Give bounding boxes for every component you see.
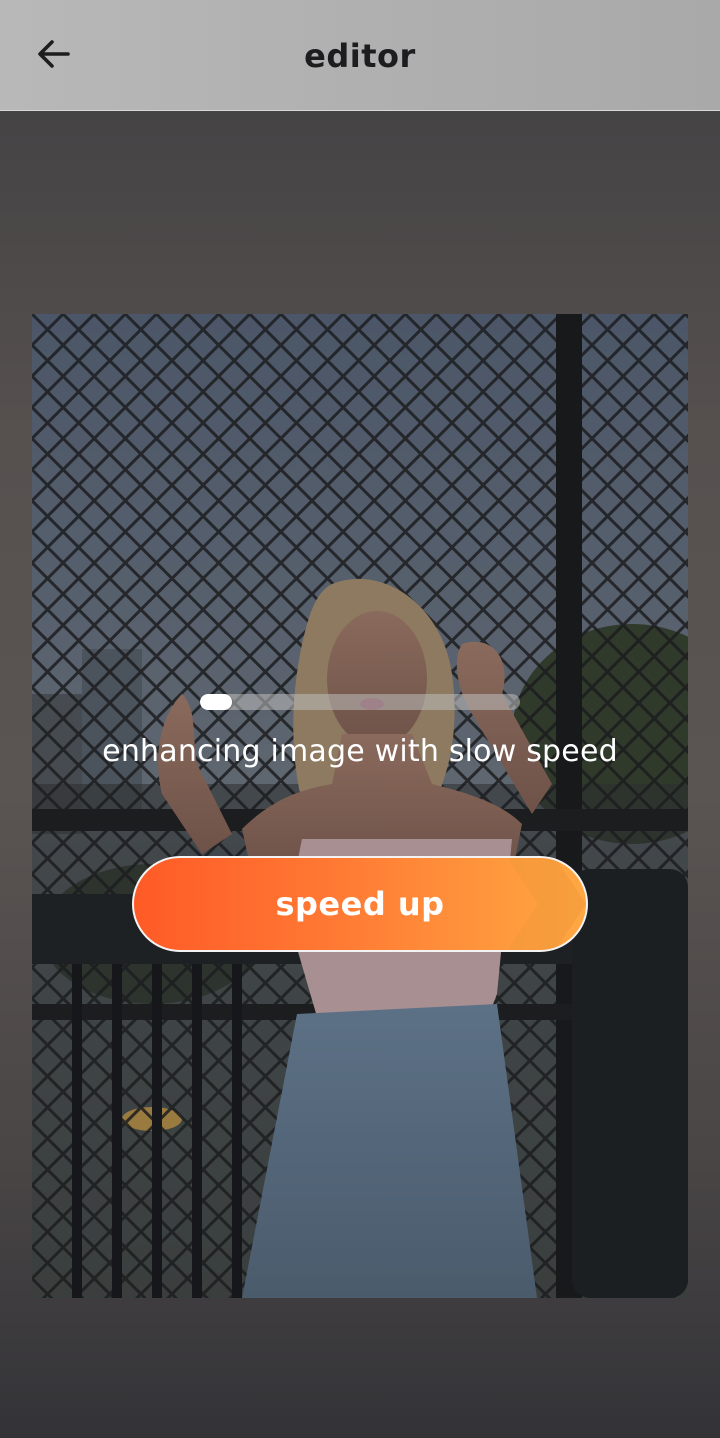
page-title: editor bbox=[304, 37, 416, 75]
speed-up-label: speed up bbox=[275, 885, 445, 923]
status-text: enhancing image with slow speed bbox=[102, 734, 618, 769]
arrow-left-icon bbox=[34, 34, 74, 78]
progress-fill bbox=[200, 694, 232, 710]
back-button[interactable] bbox=[24, 28, 84, 84]
photo-preview bbox=[32, 314, 688, 1298]
app-header: editor bbox=[0, 0, 720, 111]
editor-screen: editor enhancing image with slow speed s… bbox=[0, 0, 720, 1438]
speed-up-button[interactable]: speed up bbox=[132, 856, 588, 952]
progress-bar bbox=[200, 694, 520, 710]
photo-illustration bbox=[32, 314, 688, 1298]
